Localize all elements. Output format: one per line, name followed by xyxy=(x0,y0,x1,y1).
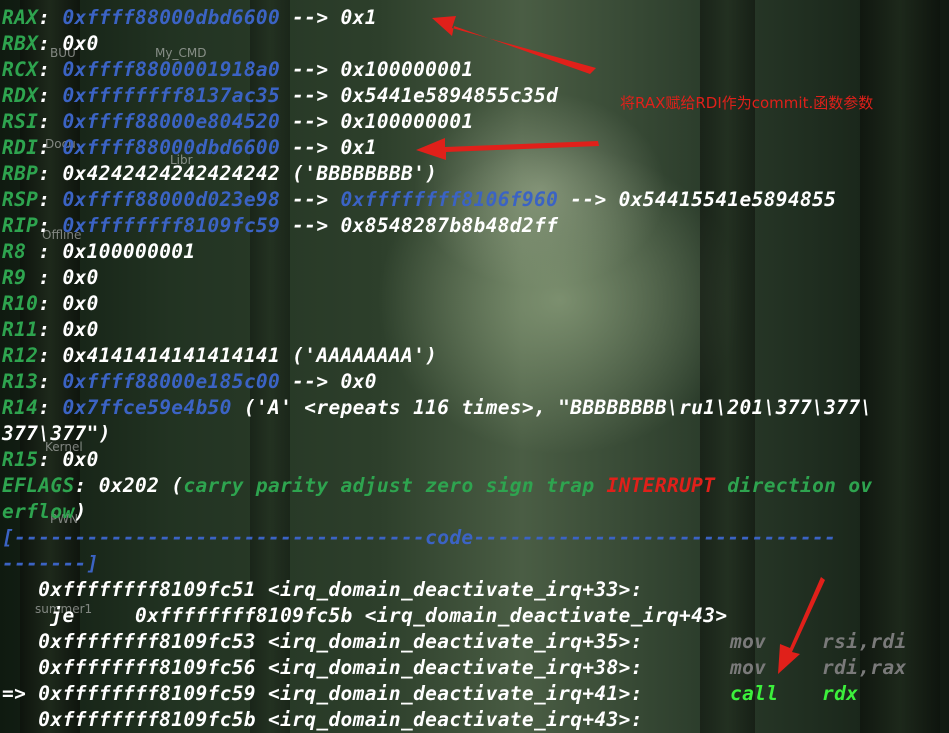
annotation-arrows xyxy=(416,16,825,674)
annotation-arrow-rax xyxy=(432,16,596,74)
annotation-arrow-rdi xyxy=(416,138,599,160)
annotation-arrow-call xyxy=(778,577,825,674)
